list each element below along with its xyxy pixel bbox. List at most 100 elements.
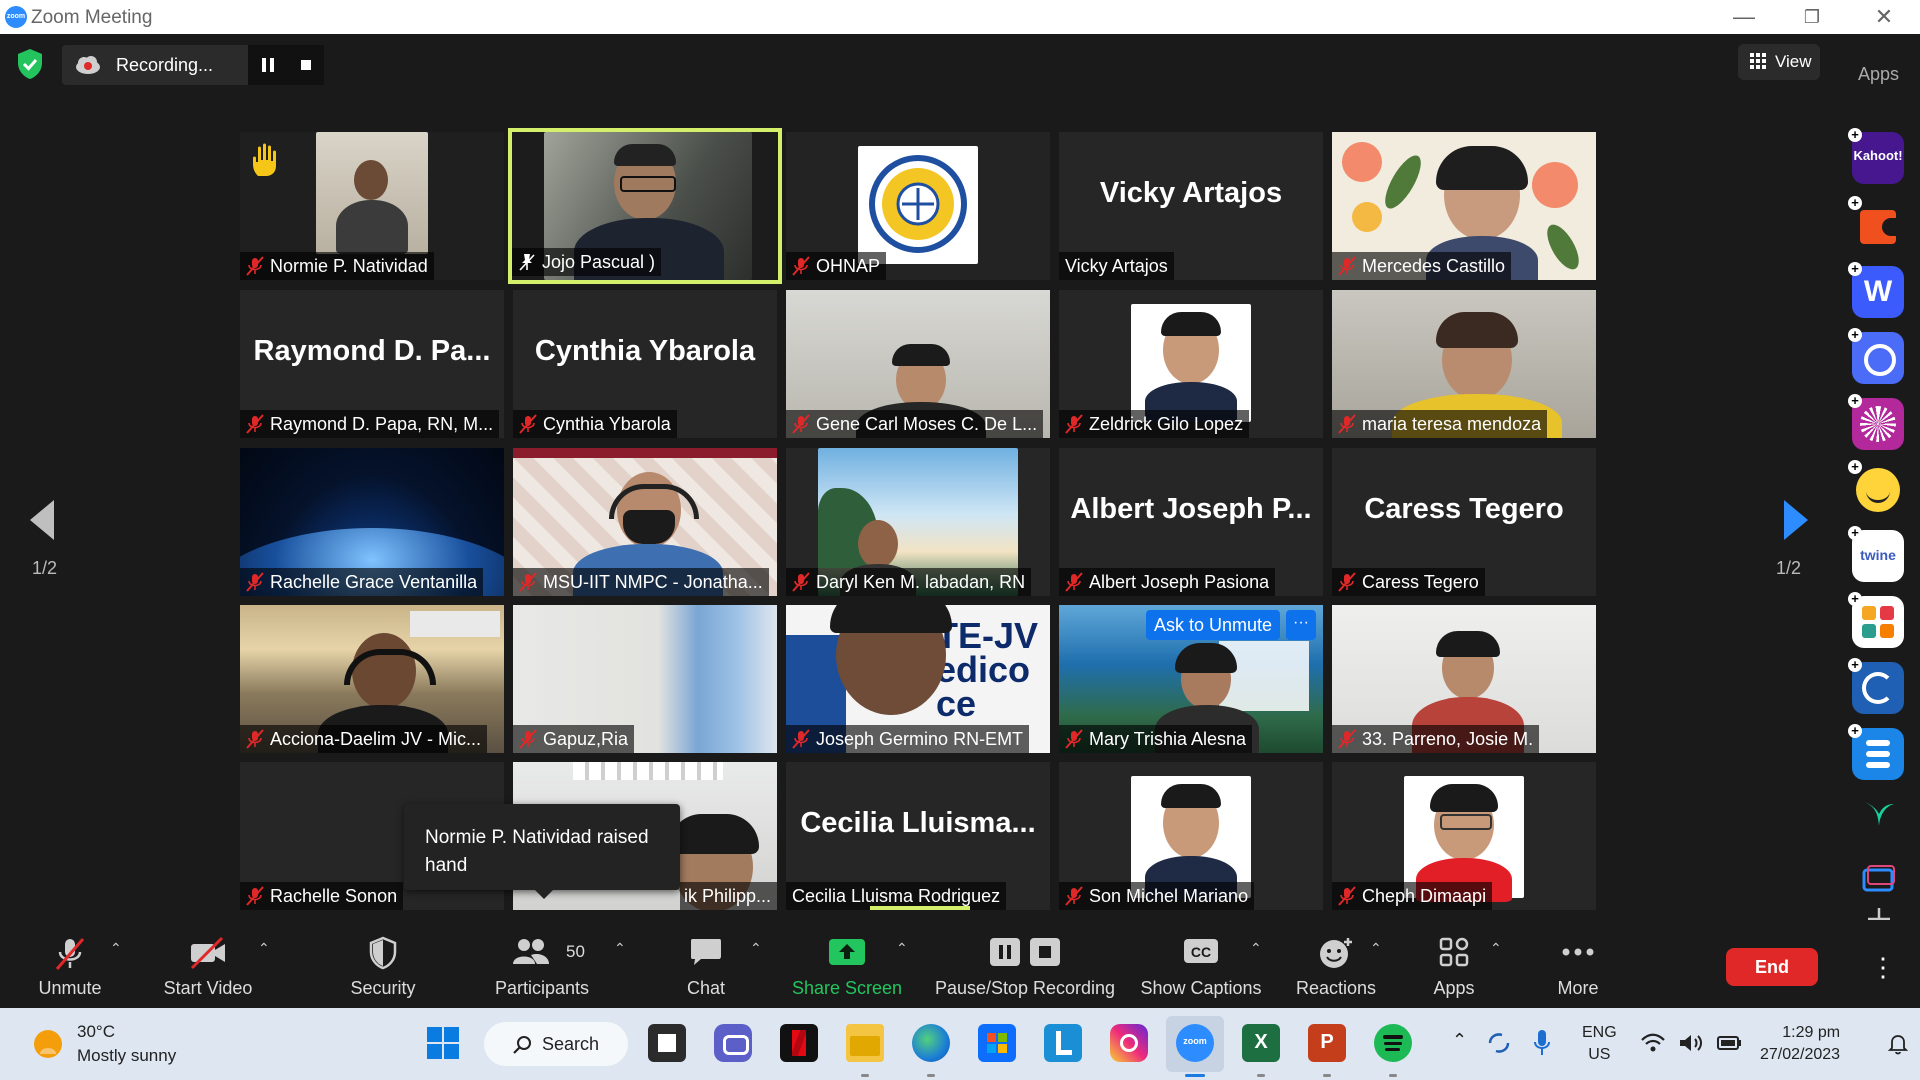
sync-tray-icon[interactable] <box>1486 1030 1512 1056</box>
netflix-icon[interactable] <box>780 1024 818 1062</box>
participant-tile[interactable]: OHNAP <box>786 132 1050 280</box>
participant-tile[interactable]: Son Michel Mariano <box>1059 762 1323 910</box>
start-video-button[interactable]: Start Video <box>150 920 266 1008</box>
sunny-weather-icon[interactable] <box>30 1026 66 1062</box>
task-view-icon[interactable] <box>648 1024 686 1062</box>
minimize-icon[interactable]: — <box>1724 4 1764 30</box>
participant-tile[interactable]: MSU-IIT NMPC - Jonatha... <box>513 448 777 596</box>
spotify-icon[interactable] <box>1374 1024 1412 1062</box>
participant-name-label: 33. Parreno, Josie M. <box>1332 725 1540 753</box>
participant-tile[interactable]: Rachelle Grace Ventanilla <box>240 448 504 596</box>
wifi-icon[interactable] <box>1640 1032 1666 1054</box>
notifications-bell-icon[interactable] <box>1886 1032 1910 1056</box>
ask-to-unmute-button[interactable]: Ask to Unmute <box>1146 610 1280 640</box>
kahoot-app-icon[interactable]: + Kahoot! <box>1848 128 1904 184</box>
excel-icon[interactable]: X <box>1242 1024 1280 1062</box>
video-options-chevron-icon[interactable]: ⌃ <box>258 940 270 957</box>
participants-button[interactable]: 50 Participants <box>486 920 598 1008</box>
show-captions-button[interactable]: CC Show Captions <box>1136 920 1266 1008</box>
pause-recording-button[interactable] <box>248 45 288 85</box>
previous-page-icon[interactable] <box>28 498 56 542</box>
taskbar-clock[interactable]: 1:29 pm 27/02/2023 <box>1760 1022 1840 1066</box>
participant-tile-active-speaker[interactable]: Jojo Pascual ) <box>508 128 782 284</box>
participant-tile[interactable]: Gapuz,Ria <box>513 605 777 753</box>
orange-app-icon[interactable]: + <box>1848 196 1904 252</box>
view-button[interactable]: View <box>1738 44 1820 80</box>
screen-share-app-icon[interactable] <box>1862 864 1896 894</box>
purple-app-icon[interactable]: + <box>1848 394 1904 450</box>
taskbar-search-box[interactable]: Search <box>484 1022 628 1066</box>
participant-tile[interactable]: Cynthia Ybarola Cynthia Ybarola <box>513 290 777 438</box>
stop-recording-button[interactable] <box>288 45 324 85</box>
windows-start-icon[interactable] <box>424 1024 462 1062</box>
instagram-icon[interactable] <box>1110 1024 1148 1062</box>
participant-tile[interactable]: Daryl Ken M. labadan, RN <box>786 448 1050 596</box>
close-icon[interactable]: ✕ <box>1864 4 1904 30</box>
restore-icon[interactable]: ❐ <box>1792 4 1832 30</box>
participant-tile[interactable]: Caress Tegero Caress Tegero <box>1332 448 1596 596</box>
participant-tile[interactable]: 33. Parreno, Josie M. <box>1332 605 1596 753</box>
emoji-app-icon[interactable]: + <box>1848 460 1904 516</box>
apps-button[interactable]: Apps <box>1406 920 1502 1008</box>
muted-mic-icon <box>246 886 264 906</box>
participant-tile[interactable]: Cecilia Lluisma... Cecilia Lluisma Rodri… <box>786 762 1050 910</box>
participant-name-label: OHNAP <box>786 252 887 280</box>
twine-app-icon[interactable]: + twine <box>1848 526 1904 582</box>
microphone-tray-icon[interactable] <box>1532 1028 1552 1058</box>
participant-tile[interactable]: Mercedes Castillo <box>1332 132 1596 280</box>
apps-options-chevron-icon[interactable]: ⌃ <box>1490 940 1502 957</box>
participant-tile[interactable]: Normie P. Natividad <box>240 132 504 280</box>
participant-display-name: Vicky Artajos <box>1099 176 1283 209</box>
window-titlebar: zoom Zoom Meeting — ❐ ✕ <box>0 0 1920 34</box>
powerpoint-icon[interactable]: P <box>1308 1024 1346 1062</box>
share-screen-label: Share Screen <box>791 978 903 998</box>
participant-display-name: Cynthia Ybarola <box>534 334 756 367</box>
share-screen-button[interactable]: Share Screen <box>790 920 904 1008</box>
windows-taskbar: 30°C Mostly sunny Search zoom X P ⌃ ENG … <box>0 1008 1920 1080</box>
end-meeting-button[interactable]: End <box>1726 948 1818 986</box>
wooclap-app-icon[interactable]: + W <box>1848 262 1904 318</box>
muted-mic-icon <box>1338 414 1356 434</box>
reactions-button[interactable]: Reactions <box>1282 920 1390 1008</box>
blocks-app-icon[interactable]: + <box>1848 592 1904 648</box>
chat-options-chevron-icon[interactable]: ⌃ <box>750 940 762 957</box>
toolbar-overflow-icon[interactable]: ⋮ <box>1870 952 1896 983</box>
chat-button[interactable]: Chat <box>656 920 756 1008</box>
participant-tile[interactable]: Acciona-Daelim JV - Mic... <box>240 605 504 753</box>
edge-browser-icon[interactable] <box>912 1024 950 1062</box>
l-app-icon[interactable] <box>1044 1024 1082 1062</box>
tray-overflow-chevron-icon[interactable]: ⌃ <box>1452 1030 1467 1051</box>
share-options-chevron-icon[interactable]: ⌃ <box>896 940 908 957</box>
participant-tile[interactable]: Albert Joseph P... Albert Joseph Pasiona <box>1059 448 1323 596</box>
search-circle-app-icon[interactable]: + <box>1848 328 1904 384</box>
volume-icon[interactable] <box>1678 1032 1704 1054</box>
participant-tile[interactable]: Zeldrick Gilo Lopez <box>1059 290 1323 438</box>
unmute-button[interactable]: Unmute <box>20 920 120 1008</box>
more-button[interactable]: More <box>1530 920 1626 1008</box>
participant-tile[interactable]: Raymond D. Pa... Raymond D. Papa, RN, M.… <box>240 290 504 438</box>
file-explorer-icon[interactable] <box>846 1024 884 1062</box>
audio-options-chevron-icon[interactable]: ⌃ <box>110 940 122 957</box>
pause-stop-recording-button[interactable]: Pause/Stop Recording <box>930 920 1120 1008</box>
battery-icon[interactable] <box>1716 1032 1744 1054</box>
input-language[interactable]: ENG US <box>1582 1022 1617 1066</box>
zoom-taskbar-icon[interactable]: zoom <box>1176 1024 1214 1062</box>
microsoft-store-icon[interactable] <box>978 1024 1016 1062</box>
participant-tile[interactable]: TE-JV edico ce Joseph Germino RN-EMT <box>786 605 1050 753</box>
sync-app-icon[interactable]: + <box>1848 658 1904 714</box>
participant-tile[interactable]: Vicky Artajos Vicky Artajos <box>1059 132 1323 280</box>
teams-chat-icon[interactable] <box>714 1024 752 1062</box>
participant-tile[interactable]: maria teresa mendoza <box>1332 290 1596 438</box>
participant-tile[interactable]: Gene Carl Moses C. De L... <box>786 290 1050 438</box>
security-button[interactable]: Security <box>330 920 436 1008</box>
participant-name-label: Mercedes Castillo <box>1332 252 1512 280</box>
captions-options-chevron-icon[interactable]: ⌃ <box>1250 940 1262 957</box>
participant-tile[interactable]: Cheph Dimaapi <box>1332 762 1596 910</box>
reactions-options-chevron-icon[interactable]: ⌃ <box>1370 940 1382 957</box>
tile-more-options-button[interactable]: ··· <box>1286 610 1316 640</box>
participants-options-chevron-icon[interactable]: ⌃ <box>614 940 626 957</box>
security-shield-icon[interactable] <box>16 48 44 80</box>
e-app-icon[interactable]: + <box>1848 724 1904 780</box>
next-page-icon[interactable] <box>1782 498 1810 542</box>
bird-app-icon[interactable] <box>1862 796 1896 830</box>
